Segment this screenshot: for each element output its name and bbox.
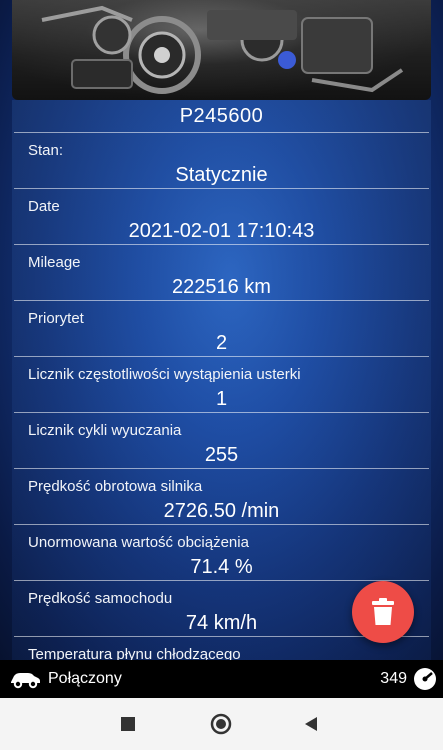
- trash-icon: [372, 598, 394, 625]
- counter-value: 349: [380, 670, 407, 687]
- engine-image: [12, 0, 431, 100]
- detail-value: 1: [215, 388, 228, 410]
- detail-label: Stan:: [28, 142, 64, 159]
- detail-row: Stan: Statycznie: [14, 133, 429, 189]
- detail-value: 222516 km: [172, 276, 271, 298]
- back-button[interactable]: [299, 712, 323, 736]
- detail-label: Licznik częstotliwości wystąpienia uster…: [28, 366, 301, 383]
- system-navigation-bar: [0, 698, 443, 750]
- detail-label: Priorytet: [28, 310, 84, 327]
- detail-row: Licznik częstotliwości wystąpienia uster…: [14, 357, 429, 413]
- dtc-code: P245600: [14, 100, 429, 133]
- detail-label: Date: [28, 198, 60, 215]
- delete-button[interactable]: [352, 581, 414, 643]
- detail-row: Priorytet 2: [14, 301, 429, 357]
- detail-row: Unormowana wartość obciążenia 71.4 %: [14, 525, 429, 581]
- detail-label: Prędkość obrotowa silnika: [28, 478, 203, 495]
- detail-row: Mileage 222516 km: [14, 245, 429, 301]
- dtc-details-card: P245600 Stan: Statycznie Date 2021-02-01 17…: [12, 100, 431, 660]
- detail-label: Licznik cykli wyuczania: [28, 422, 182, 439]
- recents-button[interactable]: [116, 712, 140, 736]
- car-icon: [11, 673, 40, 689]
- connection-status: Połączony: [48, 670, 122, 687]
- connection-status-bar: Połączony 349: [0, 660, 443, 698]
- detail-row: Temperatura płynu chłodzącego: [14, 637, 429, 660]
- detail-value: 2726.50 /min: [163, 500, 280, 522]
- detail-label: Unormowana wartość obciążenia: [28, 534, 249, 551]
- detail-value: Statycznie: [175, 164, 268, 186]
- detail-value: 255: [204, 444, 239, 466]
- detail-value: 2: [215, 332, 228, 354]
- home-button[interactable]: [209, 712, 233, 736]
- detail-value: 2021-02-01 17:10:43: [128, 220, 315, 242]
- detail-label: Mileage: [28, 254, 81, 271]
- gauge-icon[interactable]: [413, 667, 437, 691]
- detail-row: Licznik cykli wyuczania 255: [14, 413, 429, 469]
- detail-row: Date 2021-02-01 17:10:43: [14, 189, 429, 245]
- detail-label: Prędkość samochodu: [28, 590, 173, 607]
- square-icon: [121, 717, 135, 731]
- triangle-back-icon: [305, 717, 317, 731]
- circle-icon: [210, 713, 232, 735]
- detail-value: 71.4 %: [190, 556, 253, 578]
- detail-label: Temperatura płynu chłodzącego: [28, 646, 241, 660]
- detail-row: Prędkość obrotowa silnika 2726.50 /min: [14, 469, 429, 525]
